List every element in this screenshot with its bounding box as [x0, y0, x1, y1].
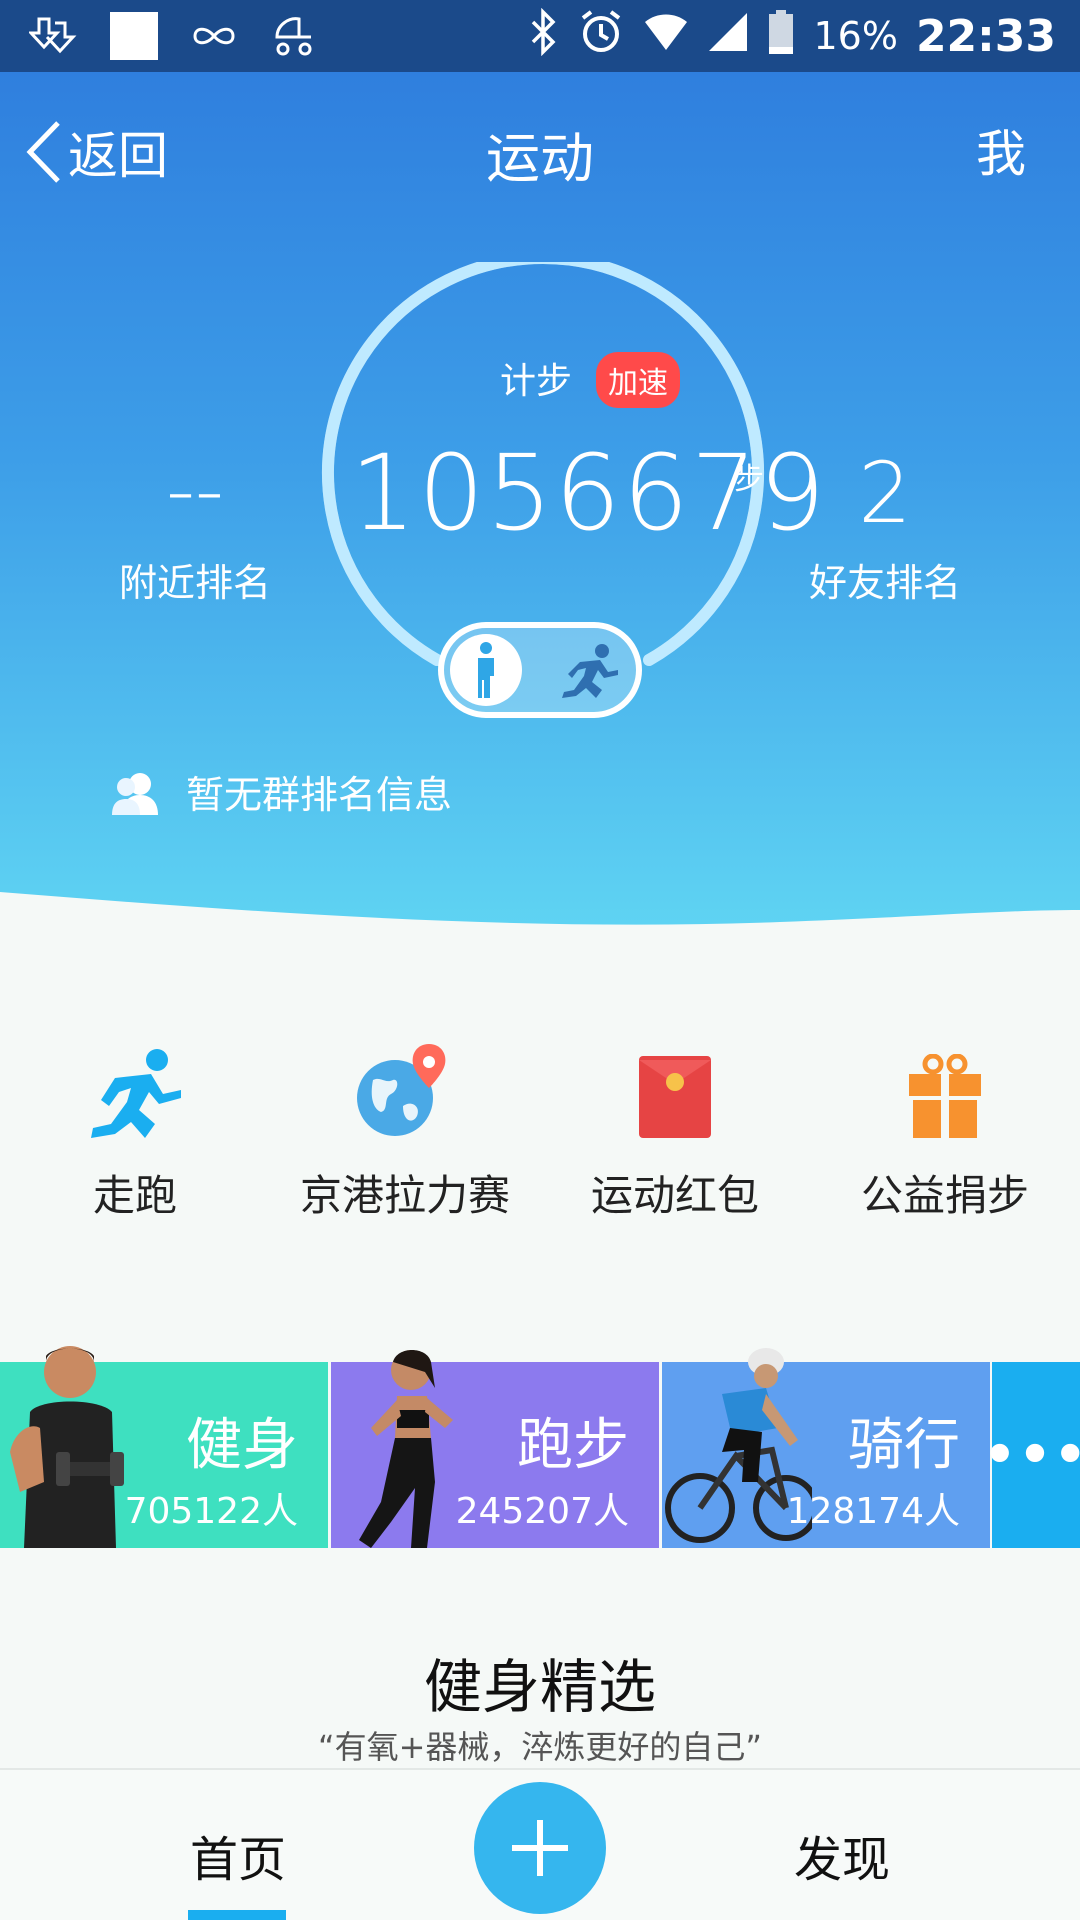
action-label: 公益捐步 — [860, 1171, 1029, 1220]
stroller-icon — [268, 10, 320, 62]
category-name: 骑行 — [848, 1413, 960, 1478]
category-cards: 健身 705122人 跑步 245207人 骑行 128174人 ••• — [0, 1330, 1080, 1550]
speed-badge[interactable]: 加速 — [596, 352, 680, 408]
action-red-envelope[interactable]: 运动红包 — [540, 1040, 810, 1223]
gift-icon — [909, 1054, 981, 1138]
featured-subtitle: “有氧+器械，淬炼更好的自己” — [318, 1728, 762, 1766]
action-label: 走跑 — [92, 1171, 177, 1220]
status-time: 22:33 — [915, 10, 1056, 62]
walker-icon — [478, 642, 494, 698]
tab-discover[interactable]: 发现 — [754, 1820, 930, 1890]
red-envelope-icon — [639, 1056, 711, 1138]
runner-small-icon — [562, 644, 618, 698]
nearby-rank-label[interactable]: 附近排名 — [90, 552, 300, 607]
category-count: 128174人 — [786, 1491, 960, 1532]
walk-mode-button[interactable] — [450, 634, 522, 706]
category-count: 705122人 — [124, 1491, 298, 1532]
battery-icon — [767, 9, 795, 64]
wifi-icon — [643, 12, 689, 61]
featured-title: 健身精选 — [423, 1653, 656, 1721]
category-name: 跑步 — [517, 1413, 629, 1478]
more-categories-button[interactable]: ••• — [983, 1362, 1080, 1548]
category-card-running[interactable]: 跑步 245207人 — [331, 1350, 659, 1548]
group-rank-info[interactable]: 暂无群排名信息 — [110, 764, 452, 819]
nearby-rank-value[interactable]: -- — [120, 444, 270, 537]
status-bar-left-icons — [28, 10, 320, 62]
tab-home-indicator — [188, 1910, 286, 1920]
action-label: 运动红包 — [590, 1171, 759, 1220]
friend-rank-value[interactable]: 2 — [810, 444, 960, 542]
action-walk-run[interactable]: 走跑 — [0, 1040, 270, 1223]
category-name: 健身 — [186, 1413, 298, 1478]
run-mode-button[interactable] — [554, 640, 624, 702]
me-button[interactable]: 我 — [976, 114, 1026, 186]
step-unit: 步 — [734, 462, 764, 497]
category-card-cycling[interactable]: 骑行 128174人 — [662, 1348, 990, 1548]
page-title: 运动 — [486, 127, 594, 190]
globe-pin-icon — [357, 1044, 446, 1136]
signal-icon — [707, 11, 749, 62]
step-label: 计步 — [500, 361, 573, 402]
infinity-icon — [188, 10, 240, 62]
action-donate-steps[interactable]: 公益捐步 — [810, 1040, 1080, 1223]
category-card-fitness[interactable]: 健身 705122人 — [0, 1346, 328, 1548]
mode-toggle[interactable] — [438, 622, 642, 718]
bluetooth-icon — [527, 7, 559, 65]
step-hero: 返回 运动 我 计步 加速 1056679 步 -- 附近排名 2 好友排名 暂… — [0, 72, 1080, 932]
action-rally[interactable]: 京港拉力赛 — [270, 1040, 540, 1223]
plus-icon — [512, 1820, 568, 1876]
notification-square-icon — [108, 10, 160, 62]
add-button[interactable] — [474, 1782, 606, 1914]
alarm-icon — [577, 8, 625, 65]
status-bar-right-icons: 16% 22:33 — [527, 7, 1056, 65]
action-label: 京港拉力赛 — [299, 1171, 510, 1220]
runner-icon — [91, 1049, 181, 1138]
download-icon — [28, 10, 80, 62]
friend-rank-label[interactable]: 好友排名 — [780, 552, 990, 607]
battery-percent: 16% — [813, 14, 898, 58]
tab-home[interactable]: 首页 — [150, 1820, 326, 1890]
quick-actions: 走跑 京港拉力赛 运动红包 公益捐步 — [0, 1040, 1080, 1220]
status-bar: 16% 22:33 — [0, 0, 1080, 72]
more-dots-icon: ••• — [983, 1425, 1080, 1485]
category-count: 245207人 — [455, 1491, 629, 1532]
group-info-text: 暂无群排名信息 — [186, 773, 453, 817]
group-icon — [112, 772, 158, 815]
bottom-nav: 首页 发现 — [0, 1768, 1080, 1920]
